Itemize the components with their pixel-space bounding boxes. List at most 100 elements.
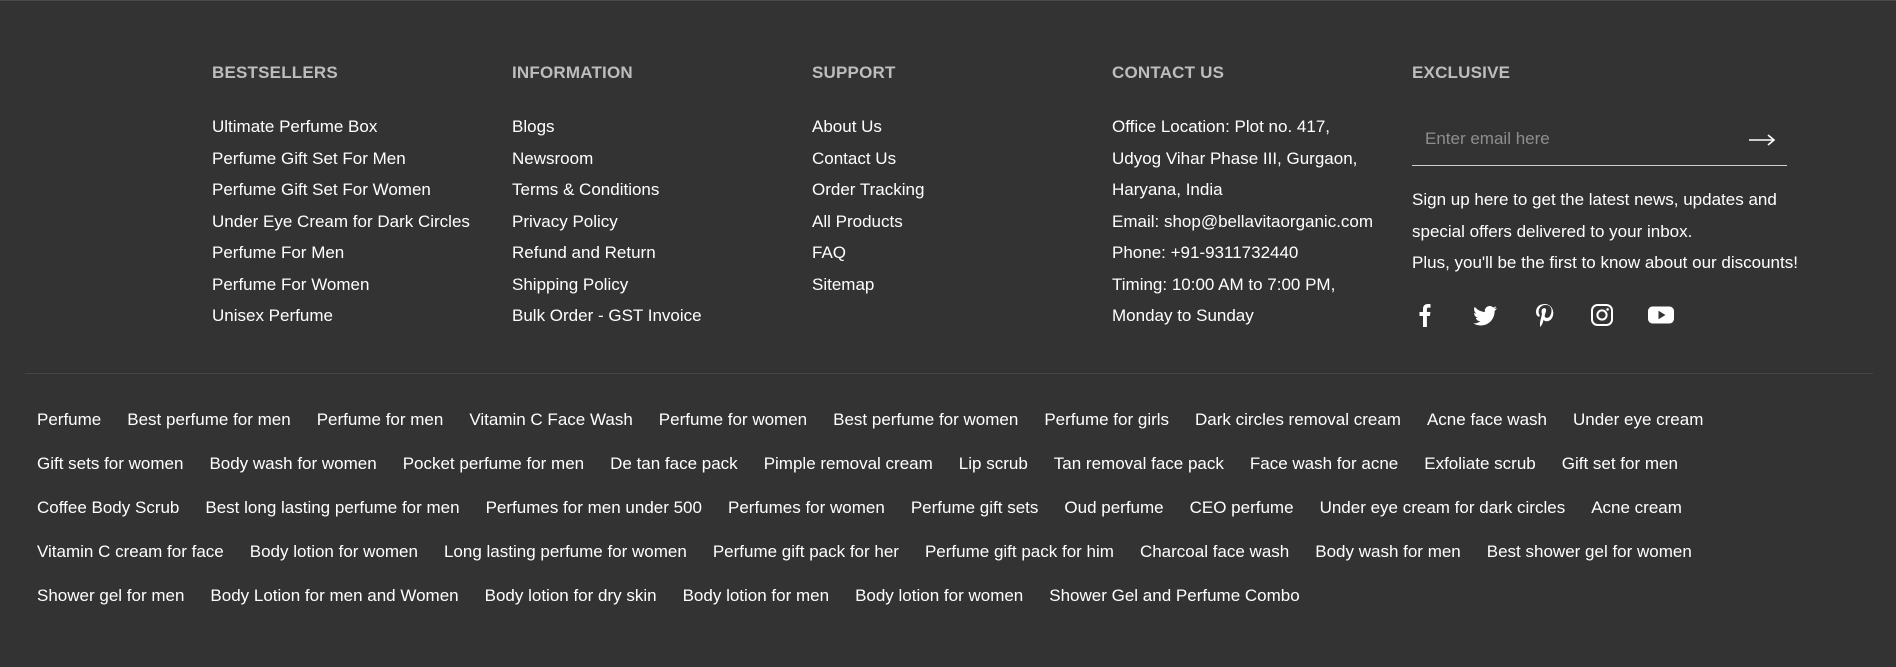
support-link-contact-us[interactable]: Contact Us bbox=[812, 149, 896, 168]
tag-link[interactable]: Pimple removal cream bbox=[764, 444, 933, 484]
tag-link[interactable]: Perfume gift pack for him bbox=[925, 532, 1114, 572]
tag-link[interactable]: Body lotion for women bbox=[855, 576, 1023, 616]
tag-link[interactable]: Perfumes for women bbox=[728, 488, 885, 528]
tag-link[interactable]: Best perfume for women bbox=[833, 400, 1018, 440]
instagram-icon bbox=[1591, 304, 1613, 326]
contact-timing-line-1: Timing: 10:00 AM to 7:00 PM, bbox=[1112, 274, 1336, 294]
information-link-blogs[interactable]: Blogs bbox=[512, 117, 555, 136]
information-link-newsroom[interactable]: Newsroom bbox=[512, 149, 593, 168]
tag-link[interactable]: Under eye cream for dark circles bbox=[1320, 488, 1566, 528]
support-link-sitemap[interactable]: Sitemap bbox=[812, 275, 874, 294]
support-heading: SUPPORT bbox=[812, 63, 896, 82]
facebook-link[interactable] bbox=[1412, 300, 1442, 330]
tag-link[interactable]: Acne cream bbox=[1591, 488, 1682, 528]
email-input[interactable] bbox=[1412, 115, 1732, 163]
support-link-faq[interactable]: FAQ bbox=[812, 243, 846, 262]
tag-link[interactable]: Pocket perfume for men bbox=[403, 444, 584, 484]
support-link-order-tracking[interactable]: Order Tracking bbox=[812, 180, 924, 199]
bestsellers-column: BESTSELLERS Ultimate Perfume Box Perfume… bbox=[212, 63, 470, 332]
tag-link[interactable]: Dark circles removal cream bbox=[1195, 400, 1401, 440]
tag-link[interactable]: Perfume bbox=[37, 400, 101, 440]
tag-link[interactable]: Perfumes for men under 500 bbox=[486, 488, 702, 528]
tag-link[interactable]: Body lotion for men bbox=[683, 576, 829, 616]
contact-column: CONTACT US Office Location: Plot no. 417… bbox=[1112, 63, 1373, 332]
signup-line-1: Sign up here to get the latest news, upd… bbox=[1412, 190, 1777, 209]
contact-address-line-2: Udyog Vihar Phase III, Gurgaon, bbox=[1112, 148, 1358, 168]
information-heading: INFORMATION bbox=[512, 63, 633, 82]
twitter-icon bbox=[1473, 306, 1497, 326]
information-list: Blogs Newsroom Terms & Conditions Privac… bbox=[512, 111, 702, 332]
bestsellers-link-under-eye-cream[interactable]: Under Eye Cream for Dark Circles bbox=[212, 212, 470, 231]
tag-link[interactable]: Perfume for women bbox=[659, 400, 807, 440]
tag-link[interactable]: Best long lasting perfume for men bbox=[205, 488, 459, 528]
pinterest-link[interactable] bbox=[1529, 300, 1559, 330]
pinterest-icon bbox=[1536, 304, 1554, 327]
tag-link[interactable]: Vitamin C Face Wash bbox=[469, 400, 632, 440]
tag-row-5: Shower gel for men Body Lotion for men an… bbox=[37, 576, 1326, 620]
tag-link[interactable]: Face wash for acne bbox=[1250, 444, 1398, 484]
tag-link[interactable]: CEO perfume bbox=[1190, 488, 1294, 528]
tag-link[interactable]: Vitamin C cream for face bbox=[37, 532, 224, 572]
tag-link[interactable]: De tan face pack bbox=[610, 444, 738, 484]
signup-line-2: special offers delivered to your inbox. bbox=[1412, 221, 1693, 241]
tag-link[interactable]: Body wash for men bbox=[1315, 532, 1461, 572]
contact-address-line-3: Haryana, India bbox=[1112, 180, 1223, 199]
contact-heading: CONTACT US bbox=[1112, 63, 1225, 82]
tag-link[interactable]: Best perfume for men bbox=[127, 400, 290, 440]
exclusive-heading: EXCLUSIVE bbox=[1412, 63, 1511, 82]
subscribe-button[interactable] bbox=[1745, 125, 1779, 155]
youtube-link[interactable] bbox=[1646, 300, 1676, 330]
tag-link[interactable]: Perfume gift pack for her bbox=[713, 532, 899, 572]
tag-link[interactable]: Charcoal face wash bbox=[1140, 532, 1289, 572]
tag-link[interactable]: Oud perfume bbox=[1064, 488, 1163, 528]
signup-line-3: Plus, you'll be the first to know about … bbox=[1412, 253, 1798, 272]
tag-link[interactable]: Best shower gel for women bbox=[1487, 532, 1692, 572]
tag-link[interactable]: Gift sets for women bbox=[37, 444, 183, 484]
support-link-all-products[interactable]: All Products bbox=[812, 212, 903, 231]
information-link-shipping[interactable]: Shipping Policy bbox=[512, 275, 628, 294]
bestsellers-link-unisex-perfume[interactable]: Unisex Perfume bbox=[212, 306, 333, 325]
tag-link[interactable]: Gift set for men bbox=[1562, 444, 1678, 484]
contact-phone: Phone: +91-9311732440 bbox=[1112, 243, 1299, 262]
tag-link[interactable]: Perfume for girls bbox=[1044, 400, 1169, 440]
tag-link[interactable]: Long lasting perfume for women bbox=[444, 532, 687, 572]
signup-text: Sign up here to get the latest news, upd… bbox=[1412, 184, 1832, 279]
tag-link[interactable]: Tan removal face pack bbox=[1054, 444, 1224, 484]
bestsellers-link-ultimate-perfume-box[interactable]: Ultimate Perfume Box bbox=[212, 117, 377, 136]
bestsellers-link-gift-set-men[interactable]: Perfume Gift Set For Men bbox=[212, 149, 406, 168]
tag-link[interactable]: Shower Gel and Perfume Combo bbox=[1049, 576, 1299, 616]
twitter-link[interactable] bbox=[1470, 300, 1500, 330]
instagram-link[interactable] bbox=[1587, 300, 1617, 330]
tag-link[interactable]: Acne face wash bbox=[1427, 400, 1547, 440]
tag-link[interactable]: Coffee Body Scrub bbox=[37, 488, 179, 528]
support-link-about-us[interactable]: About Us bbox=[812, 117, 882, 136]
tag-row-2: Gift sets for women Body wash for women Po… bbox=[37, 444, 1704, 488]
contact-address-line-1: Office Location: Plot no. 417, bbox=[1112, 117, 1330, 136]
information-link-bulk-order[interactable]: Bulk Order - GST Invoice bbox=[512, 306, 702, 325]
support-column: SUPPORT About Us Contact Us Order Tracki… bbox=[812, 63, 924, 300]
bestsellers-list: Ultimate Perfume Box Perfume Gift Set Fo… bbox=[212, 111, 470, 332]
information-column: INFORMATION Blogs Newsroom Terms & Condi… bbox=[512, 63, 702, 332]
bestsellers-link-perfume-men[interactable]: Perfume For Men bbox=[212, 243, 344, 262]
bestsellers-link-gift-set-women[interactable]: Perfume Gift Set For Women bbox=[212, 180, 431, 199]
tag-row-4: Vitamin C cream for face Body lotion for … bbox=[37, 532, 1718, 576]
tag-link[interactable]: Perfume gift sets bbox=[911, 488, 1039, 528]
tag-link[interactable]: Perfume for men bbox=[317, 400, 444, 440]
information-link-refund[interactable]: Refund and Return bbox=[512, 243, 656, 262]
tag-link[interactable]: Under eye cream bbox=[1573, 400, 1703, 440]
exclusive-column: EXCLUSIVE Sign up here to get the latest… bbox=[1412, 63, 1832, 338]
tag-link[interactable]: Exfoliate scrub bbox=[1424, 444, 1536, 484]
tag-link[interactable]: Body lotion for women bbox=[250, 532, 418, 572]
information-link-terms[interactable]: Terms & Conditions bbox=[512, 180, 659, 199]
footer-columns: BESTSELLERS Ultimate Perfume Box Perfume… bbox=[212, 63, 1832, 338]
tag-link[interactable]: Body Lotion for men and Women bbox=[210, 576, 458, 616]
tag-link[interactable]: Shower gel for men bbox=[37, 576, 184, 616]
youtube-icon bbox=[1648, 306, 1674, 324]
tag-link[interactable]: Body wash for women bbox=[209, 444, 376, 484]
contact-email: Email: shop@bellavitaorganic.com bbox=[1112, 211, 1374, 231]
tag-link[interactable]: Lip scrub bbox=[959, 444, 1028, 484]
tag-row-3: Coffee Body Scrub Best long lasting perfu… bbox=[37, 488, 1708, 532]
bestsellers-link-perfume-women[interactable]: Perfume For Women bbox=[212, 275, 369, 294]
information-link-privacy[interactable]: Privacy Policy bbox=[512, 212, 618, 231]
tag-link[interactable]: Body lotion for dry skin bbox=[485, 576, 657, 616]
